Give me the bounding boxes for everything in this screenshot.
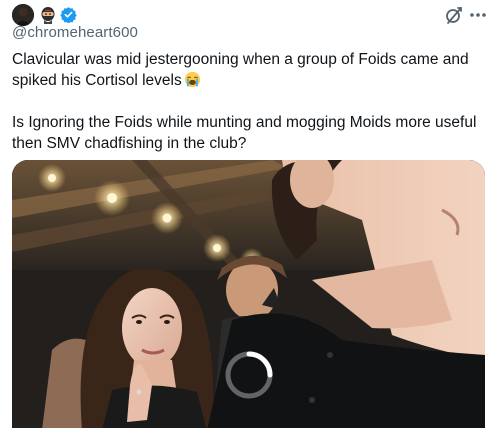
avatar[interactable] <box>12 4 34 26</box>
crying-face-icon <box>184 71 201 88</box>
tweet-text-line-1: Clavicular was mid jestergooning when a … <box>12 51 473 89</box>
tweet-body: Clavicular was mid jestergooning when a … <box>12 49 482 154</box>
grok-icon[interactable] <box>444 5 464 25</box>
tweet-paragraph-1: Clavicular was mid jestergooning when a … <box>12 49 482 91</box>
tweet-paragraph-2: Is Ignoring the Foids while munting and … <box>12 114 481 152</box>
verified-badge-icon[interactable] <box>60 6 77 24</box>
tweet-header: @chromeheart600 <box>12 2 486 46</box>
loading-spinner-icon <box>225 351 273 399</box>
ninja-emoji-icon <box>40 6 56 24</box>
video-player[interactable] <box>12 160 485 428</box>
user-handle[interactable]: @chromeheart600 <box>12 24 138 41</box>
more-options-icon[interactable] <box>468 5 488 25</box>
